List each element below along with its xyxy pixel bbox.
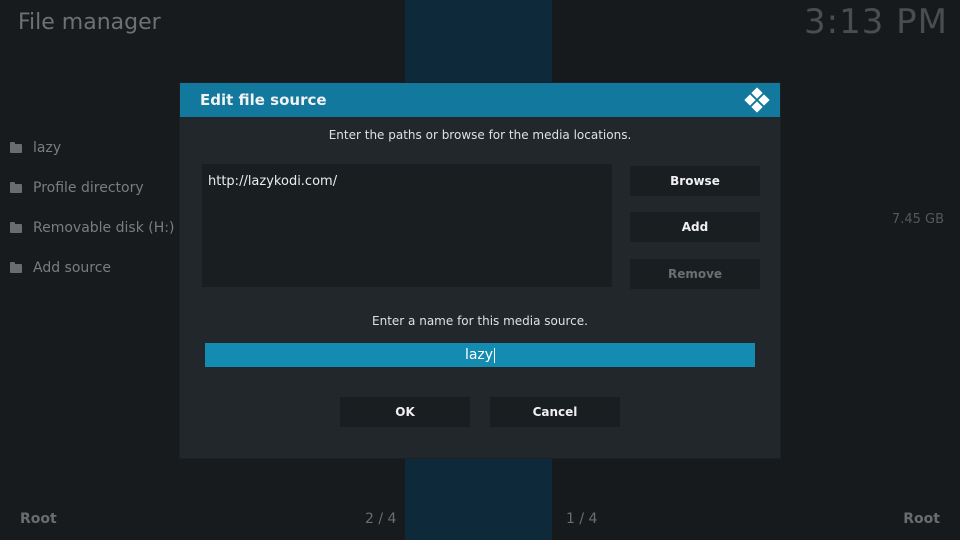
folder-icon: [10, 142, 22, 153]
footer-page-right: 1 / 4: [566, 511, 598, 527]
kodi-logo-icon: [744, 87, 770, 113]
folder-icon: [10, 262, 22, 273]
source-item-label: lazy: [33, 140, 62, 156]
source-name-value: lazy: [464, 347, 494, 363]
folder-icon: [10, 182, 22, 193]
footer-root-left: Root: [20, 511, 57, 527]
folder-icon: [10, 222, 22, 233]
source-item-lazy[interactable]: lazy: [10, 128, 174, 168]
app-title: File manager: [18, 10, 161, 35]
footer-page-left: 2 / 4: [365, 511, 397, 527]
clock: 3:13 PM: [804, 2, 948, 42]
name-instruction: Enter a name for this media source.: [372, 314, 588, 328]
footer-root-right: Root: [903, 511, 940, 527]
browse-button[interactable]: Browse: [630, 166, 760, 196]
ok-button[interactable]: OK: [340, 397, 470, 427]
edit-source-dialog: Edit file source Enter the paths or brow…: [180, 83, 780, 458]
paths-instruction: Enter the paths or browse for the media …: [328, 128, 632, 142]
text-caret: [494, 347, 496, 363]
source-item-removable-disk[interactable]: Removable disk (H:): [10, 208, 174, 248]
source-item-label: Add source: [33, 260, 112, 276]
source-item-label: Profile directory: [33, 180, 144, 196]
source-item-label: Removable disk (H:): [33, 220, 175, 236]
cancel-button[interactable]: Cancel: [490, 397, 620, 427]
dialog-header: Edit file source: [180, 83, 780, 117]
add-button[interactable]: Add: [630, 212, 760, 242]
disk-size-label: 7.45 GB: [891, 212, 944, 227]
remove-button[interactable]: Remove: [630, 259, 760, 289]
source-item-add-source[interactable]: Add source: [10, 248, 174, 288]
source-name-input[interactable]: lazy: [205, 343, 755, 367]
paths-list[interactable]: http://lazykodi.com/: [202, 164, 612, 287]
dialog-title: Edit file source: [200, 91, 327, 109]
path-item[interactable]: http://lazykodi.com/: [202, 164, 612, 199]
source-item-profile-directory[interactable]: Profile directory: [10, 168, 174, 208]
source-list: lazy Profile directory Removable disk (H…: [10, 128, 174, 288]
